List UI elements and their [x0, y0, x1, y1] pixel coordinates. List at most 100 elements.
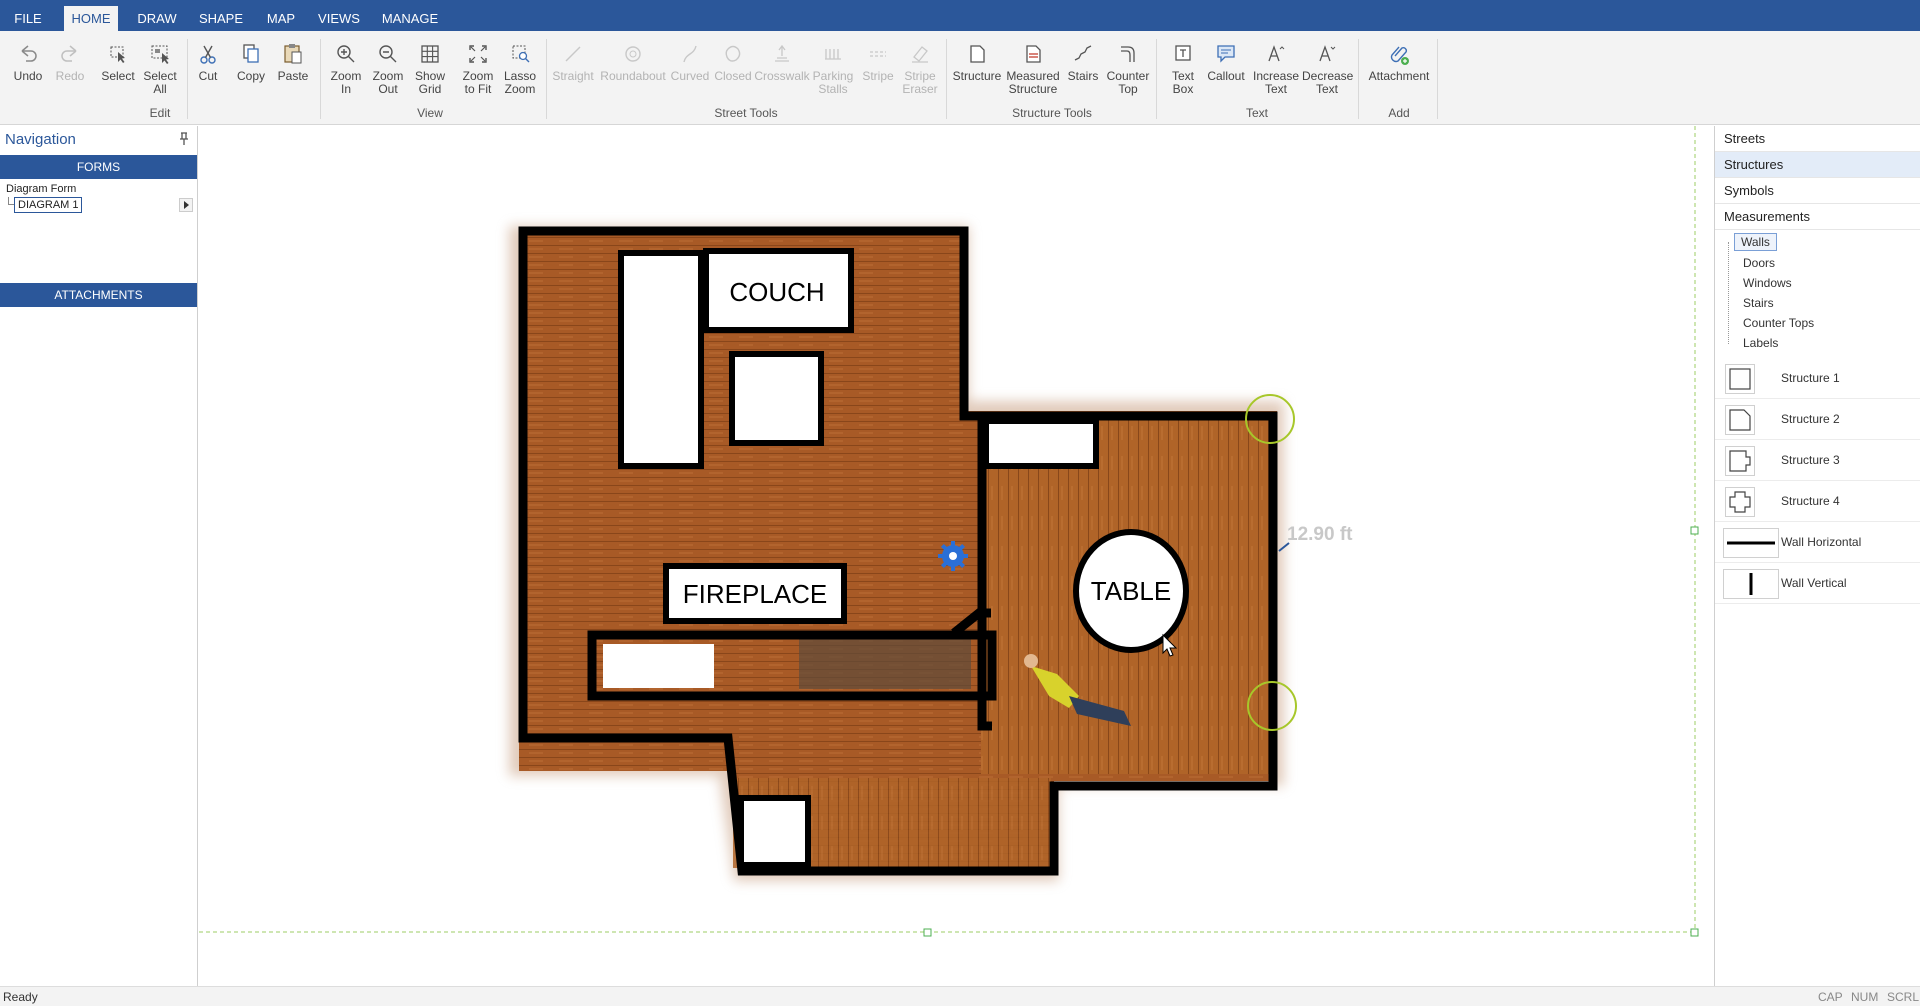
increase-text-label-1: Increase	[1252, 69, 1300, 83]
page-resize-handle-right[interactable]	[1690, 526, 1699, 535]
menu-map[interactable]: MAP	[262, 0, 300, 31]
roundabout-button[interactable]: Roundabout	[598, 41, 668, 83]
zoom-out-button[interactable]: Zoom Out	[368, 41, 408, 96]
structures-header[interactable]: Structures	[1715, 152, 1920, 178]
tree-connector	[1728, 242, 1729, 344]
structure-2-item[interactable]: Structure 2	[1715, 400, 1920, 440]
stripe-label: Stripe	[862, 69, 894, 83]
wall-horizontal-thumb	[1723, 528, 1779, 558]
stripe-eraser-label-2: Eraser	[902, 82, 938, 96]
parking-label-2: Stalls	[818, 82, 848, 96]
cut-button[interactable]: Cut	[192, 41, 224, 83]
menu-draw[interactable]: DRAW	[134, 0, 180, 31]
menu-views[interactable]: VIEWS	[316, 0, 362, 31]
decrease-text-label-2: Text	[1315, 82, 1338, 96]
undo-button[interactable]: Undo	[10, 41, 46, 83]
structure-1-item[interactable]: Structure 1	[1715, 359, 1920, 399]
show-grid-button[interactable]: Show Grid	[410, 41, 450, 96]
vertical-wall-icon	[1749, 573, 1753, 595]
paste-icon	[284, 44, 302, 64]
measurement-windows[interactable]: Windows	[1743, 276, 1792, 290]
ribbon-divider	[1437, 39, 1438, 119]
rotate-gear-icon[interactable]	[938, 541, 968, 571]
crosswalk-label: Crosswalk	[754, 69, 810, 83]
streets-header[interactable]: Streets	[1715, 126, 1920, 152]
structure-4-item[interactable]: Structure 4	[1715, 482, 1920, 522]
measurement-walls[interactable]: Walls	[1734, 233, 1777, 251]
crosswalk-button[interactable]: Crosswalk	[754, 41, 810, 83]
structure-3-item[interactable]: Structure 3	[1715, 441, 1920, 481]
measurement-doors[interactable]: Doors	[1743, 256, 1775, 270]
lasso-zoom-button[interactable]: Lasso Zoom	[500, 41, 540, 96]
bottom-square-block[interactable]	[738, 795, 811, 868]
measurements-header[interactable]: Measurements	[1715, 204, 1920, 230]
decrease-text-button[interactable]: Decrease Text	[1302, 41, 1353, 96]
closed-button[interactable]: Closed	[711, 41, 755, 83]
callout-button[interactable]: Callout	[1204, 41, 1248, 83]
wall-vertical-item[interactable]: Wall Vertical	[1715, 564, 1920, 604]
measurement-labels[interactable]: Labels	[1743, 336, 1778, 350]
curved-line-icon	[683, 45, 697, 63]
stripe-eraser-button[interactable]: Stripe Eraser	[898, 41, 942, 96]
ribbon-divider	[187, 39, 188, 119]
parking-stalls-button[interactable]: Parking Stalls	[810, 41, 856, 96]
text-group-label: Text	[1245, 106, 1268, 120]
increase-text-button[interactable]: Increase Text	[1252, 41, 1300, 96]
forms-band[interactable]: FORMS	[0, 155, 197, 179]
menu-manage[interactable]: MANAGE	[378, 0, 442, 31]
zoom-in-icon	[337, 45, 355, 63]
expand-arrow-icon[interactable]	[179, 198, 193, 212]
measured-label-2: Structure	[1008, 82, 1058, 96]
copy-button[interactable]: Copy	[232, 41, 270, 83]
counter-block[interactable]	[603, 644, 714, 688]
floor-plan[interactable]: COUCH FIREPLACE TABLE 12.90 ft	[199, 126, 1713, 986]
select-all-button[interactable]: Select All	[140, 41, 180, 96]
undo-icon	[21, 45, 37, 62]
show-grid-label-2: Grid	[418, 82, 442, 96]
increase-text-label-2: Text	[1264, 82, 1287, 96]
straight-button[interactable]: Straight	[550, 41, 596, 83]
page-resize-handle-bottom[interactable]	[923, 928, 932, 937]
stripe-eraser-label-1: Stripe	[904, 69, 936, 83]
stripe-button[interactable]: Stripe	[858, 41, 898, 83]
page-resize-handle-corner[interactable]	[1690, 928, 1699, 937]
measured-structure-button[interactable]: Measured Structure	[1004, 41, 1062, 96]
pin-icon[interactable]	[178, 132, 190, 146]
copy-label: Copy	[236, 69, 265, 83]
select-button[interactable]: Select	[98, 41, 138, 83]
attachments-band[interactable]: ATTACHMENTS	[0, 283, 197, 307]
diagram-1-item[interactable]: DIAGRAM 1	[14, 197, 82, 213]
parking-label-1: Parking	[812, 69, 854, 83]
wall-horizontal-item[interactable]: Wall Horizontal	[1715, 523, 1920, 563]
menu-shape[interactable]: SHAPE	[196, 0, 246, 31]
measurement-stairs[interactable]: Stairs	[1743, 296, 1774, 310]
show-grid-label-1: Show	[414, 69, 446, 83]
menu-file[interactable]: FILE	[8, 0, 48, 31]
structure-1-thumb	[1725, 364, 1755, 394]
bay-structure-icon	[1729, 450, 1751, 472]
redo-button[interactable]: Redo	[52, 41, 88, 83]
sofa-block[interactable]	[618, 250, 704, 469]
attachment-button[interactable]: Attachment	[1364, 41, 1434, 83]
view-group-label: View	[417, 106, 443, 120]
paste-button[interactable]: Paste	[274, 41, 312, 83]
curved-button[interactable]: Curved	[668, 41, 712, 83]
counter-top-button[interactable]: Counter Top	[1104, 41, 1152, 96]
undo-label: Undo	[13, 69, 43, 83]
measurement-counter-tops[interactable]: Counter Tops	[1743, 316, 1814, 330]
diagram-canvas[interactable]: COUCH FIREPLACE TABLE 12.90 ft	[199, 126, 1713, 986]
cabinet-block[interactable]	[983, 418, 1099, 469]
increase-text-icon	[1268, 45, 1285, 62]
zoom-to-fit-button[interactable]: Zoom to Fit	[456, 41, 500, 96]
stairs-button[interactable]: Stairs	[1064, 41, 1102, 83]
straight-label: Straight	[552, 69, 594, 83]
symbols-header[interactable]: Symbols	[1715, 178, 1920, 204]
zoom-in-button[interactable]: Zoom In	[326, 41, 366, 96]
menu-home[interactable]: HOME	[64, 6, 118, 31]
curved-label: Curved	[670, 69, 710, 83]
zoom-in-label-2: In	[340, 82, 351, 96]
structure-button[interactable]: Structure	[950, 41, 1004, 83]
coffee-table-block[interactable]	[729, 351, 824, 446]
street-tools-group-label: Street Tools	[714, 106, 778, 120]
text-box-button[interactable]: Text Box	[1164, 41, 1202, 96]
